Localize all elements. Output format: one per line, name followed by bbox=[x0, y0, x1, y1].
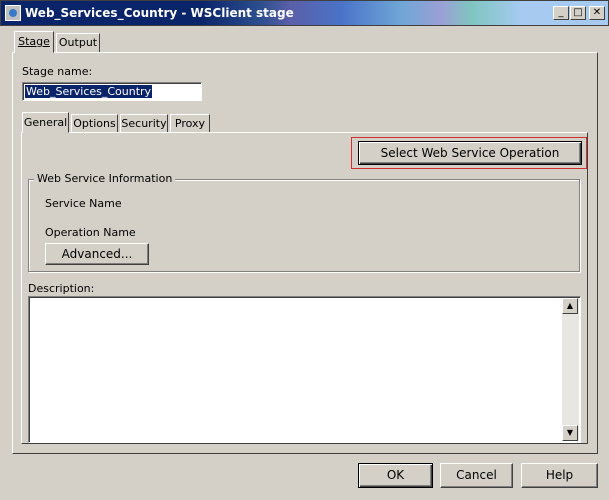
window-title-sep: - bbox=[177, 6, 191, 20]
tab-proxy[interactable]: Proxy bbox=[170, 114, 210, 132]
cancel-button[interactable]: Cancel bbox=[440, 463, 513, 488]
tab-proxy-label: Proxy bbox=[174, 117, 206, 130]
tab-output-label: Output bbox=[58, 36, 98, 49]
maximize-icon: □ bbox=[573, 7, 583, 18]
maximize-button[interactable]: □ bbox=[570, 6, 586, 20]
description-scrollbar[interactable]: ▲ ▼ bbox=[562, 298, 579, 441]
description-textarea[interactable]: ▲ ▼ bbox=[28, 296, 581, 443]
help-label: Help bbox=[545, 468, 574, 482]
close-icon: ✕ bbox=[592, 7, 602, 18]
ok-button[interactable]: OK bbox=[358, 463, 433, 488]
select-operation-button[interactable]: Select Web Service Operation bbox=[358, 141, 582, 165]
stage-name-label: Stage name: bbox=[22, 65, 93, 78]
tab-general[interactable]: General bbox=[22, 112, 69, 133]
minimize-button[interactable]: _ bbox=[553, 6, 569, 20]
service-name-label: Service Name bbox=[45, 197, 122, 210]
tab-options-label: Options bbox=[73, 117, 116, 130]
cancel-label: Cancel bbox=[456, 468, 497, 482]
advanced-label: Advanced... bbox=[61, 247, 133, 261]
window-title-stage: Web_Services_Country bbox=[25, 6, 178, 20]
stage-name-field[interactable]: Web_Services_Country bbox=[22, 82, 202, 101]
window-title-type: WSClient stage bbox=[190, 6, 294, 20]
tab-security[interactable]: Security bbox=[120, 114, 168, 132]
tab-options[interactable]: Options bbox=[71, 114, 118, 132]
scroll-down-button[interactable]: ▼ bbox=[562, 425, 578, 441]
tab-stage[interactable]: Stage bbox=[14, 31, 54, 53]
description-label: Description: bbox=[28, 282, 95, 295]
close-button[interactable]: ✕ bbox=[589, 6, 605, 20]
tab-general-label: General bbox=[23, 116, 68, 129]
app-icon bbox=[5, 5, 21, 21]
advanced-button[interactable]: Advanced... bbox=[45, 243, 149, 265]
arrow-down-icon: ▼ bbox=[566, 428, 574, 437]
title-bar[interactable]: Web_Services_Country - WSClient stage _ … bbox=[0, 0, 609, 26]
scroll-up-button[interactable]: ▲ bbox=[562, 298, 578, 314]
arrow-up-icon: ▲ bbox=[566, 301, 574, 310]
tab-output[interactable]: Output bbox=[56, 33, 100, 52]
help-button[interactable]: Help bbox=[521, 463, 598, 488]
window-title: Web_Services_Country - WSClient stage bbox=[25, 6, 294, 20]
tab-security-label: Security bbox=[121, 117, 167, 130]
stage-name-value: Web_Services_Country bbox=[25, 85, 153, 98]
operation-name-label: Operation Name bbox=[45, 226, 136, 239]
web-service-info-legend: Web Service Information bbox=[34, 172, 176, 185]
select-operation-label: Select Web Service Operation bbox=[380, 146, 560, 160]
ok-label: OK bbox=[386, 468, 405, 482]
tab-stage-label: Stage bbox=[18, 35, 50, 48]
minimize-icon: _ bbox=[558, 7, 564, 18]
